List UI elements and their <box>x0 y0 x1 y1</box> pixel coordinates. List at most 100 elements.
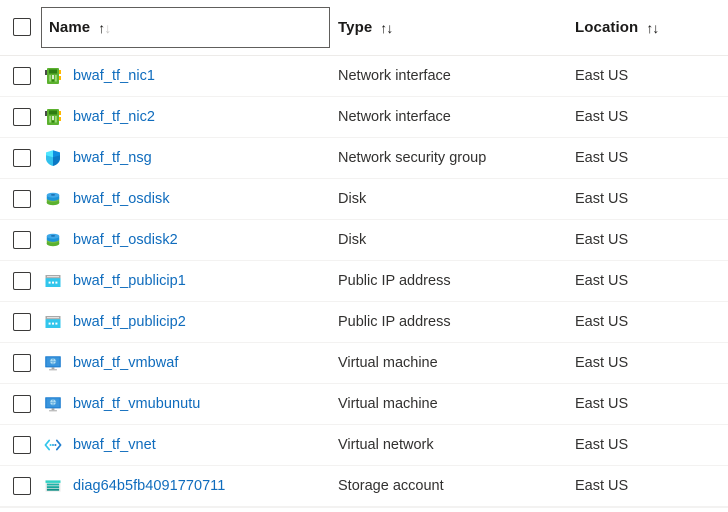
cell-name: bwaf_tf_nic1 <box>44 56 155 96</box>
table-row[interactable]: bwaf_tf_publicip1 Public IP address East U… <box>0 261 728 302</box>
cell-location: East US <box>575 396 629 412</box>
table-row[interactable]: diag64b5fb4091770711 Storage account East … <box>0 466 728 507</box>
virtual-network-icon <box>44 436 62 454</box>
cell-type: Public IP address <box>338 314 451 330</box>
table-header-row: Name ↑ ↓ Type ↑ ↓ Location ↑ ↓ <box>0 0 728 56</box>
checkbox-box[interactable] <box>13 436 31 454</box>
cell-location: East US <box>575 478 629 494</box>
row-checkbox[interactable] <box>13 149 31 167</box>
cell-name: bwaf_tf_vnet <box>44 425 156 465</box>
cell-name: bwaf_tf_vmubunutu <box>44 384 200 424</box>
resource-name-link[interactable]: bwaf_tf_publicip1 <box>73 273 186 289</box>
resource-name-link[interactable]: bwaf_tf_vnet <box>73 437 156 453</box>
cell-type: Disk <box>338 191 367 207</box>
sort-arrow-down-icon: ↓ <box>652 19 660 36</box>
cell-type: Storage account <box>338 478 444 494</box>
row-checkbox[interactable] <box>13 477 31 495</box>
cell-name: bwaf_tf_nic2 <box>44 97 155 137</box>
checkbox-box[interactable] <box>13 108 31 126</box>
cell-name: bwaf_tf_osdisk <box>44 179 170 219</box>
checkbox-box[interactable] <box>13 313 31 331</box>
column-header-location[interactable]: Location ↑ ↓ <box>575 0 660 55</box>
cell-name: diag64b5fb4091770711 <box>44 466 225 506</box>
resource-name-link[interactable]: bwaf_tf_osdisk <box>73 191 170 207</box>
checkbox-box[interactable] <box>13 272 31 290</box>
checkbox-box[interactable] <box>13 477 31 495</box>
disk-icon <box>44 231 62 249</box>
cell-name: bwaf_tf_publicip1 <box>44 261 186 301</box>
row-checkbox[interactable] <box>13 231 31 249</box>
row-checkbox[interactable] <box>13 354 31 372</box>
column-header-name-label: Name <box>49 19 91 36</box>
resource-name-link[interactable]: bwaf_tf_vmbwaf <box>73 355 178 371</box>
resource-name-link[interactable]: bwaf_tf_nsg <box>73 150 152 166</box>
table-row[interactable]: bwaf_tf_nic2 Network interface East US <box>0 97 728 138</box>
select-all-checkbox[interactable] <box>13 18 31 36</box>
column-header-type[interactable]: Type ↑ ↓ <box>338 0 394 55</box>
table-row[interactable]: bwaf_tf_vmubunutu Virtual machine East US <box>0 384 728 425</box>
table-row[interactable]: bwaf_tf_nic1 Network interface East US <box>0 56 728 97</box>
row-checkbox[interactable] <box>13 313 31 331</box>
resource-name-link[interactable]: diag64b5fb4091770711 <box>73 478 225 494</box>
row-checkbox[interactable] <box>13 190 31 208</box>
cell-location: East US <box>575 232 629 248</box>
sort-arrows-icon[interactable]: ↑ ↓ <box>98 21 111 35</box>
checkbox-box[interactable] <box>13 149 31 167</box>
row-checkbox[interactable] <box>13 272 31 290</box>
row-checkbox[interactable] <box>13 108 31 126</box>
cell-location: East US <box>575 437 629 453</box>
row-checkbox[interactable] <box>13 395 31 413</box>
table-row[interactable]: bwaf_tf_vmbwaf Virtual machine East US <box>0 343 728 384</box>
resource-name-link[interactable]: bwaf_tf_vmubunutu <box>73 396 200 412</box>
checkbox-box[interactable] <box>13 18 31 36</box>
cell-type: Virtual network <box>338 437 434 453</box>
table-row[interactable]: bwaf_tf_osdisk2 Disk East US <box>0 220 728 261</box>
network-security-group-icon <box>44 149 62 167</box>
cell-location: East US <box>575 273 629 289</box>
cell-type: Disk <box>338 232 367 248</box>
cell-location: East US <box>575 68 629 84</box>
table-bottom-divider <box>0 507 728 508</box>
cell-name: bwaf_tf_nsg <box>44 138 152 178</box>
column-header-location-label: Location <box>575 19 639 36</box>
sort-arrows-icon[interactable]: ↑ ↓ <box>380 21 393 35</box>
cell-type: Network interface <box>338 109 451 125</box>
cell-type: Public IP address <box>338 273 451 289</box>
network-interface-icon <box>44 67 62 85</box>
checkbox-box[interactable] <box>13 395 31 413</box>
sort-arrow-down-icon: ↓ <box>104 19 112 36</box>
cell-location: East US <box>575 109 629 125</box>
resource-list-table: Name ↑ ↓ Type ↑ ↓ Location ↑ ↓ bwaf_tf_n… <box>0 0 728 508</box>
virtual-machine-icon <box>44 395 62 413</box>
cell-location: East US <box>575 150 629 166</box>
column-header-name[interactable]: Name ↑ ↓ <box>41 7 330 48</box>
cell-name: bwaf_tf_publicip2 <box>44 302 186 342</box>
resource-name-link[interactable]: bwaf_tf_publicip2 <box>73 314 186 330</box>
public-ip-address-icon <box>44 313 62 331</box>
table-row[interactable]: bwaf_tf_osdisk Disk East US <box>0 179 728 220</box>
public-ip-address-icon <box>44 272 62 290</box>
checkbox-box[interactable] <box>13 354 31 372</box>
cell-location: East US <box>575 355 629 371</box>
resource-name-link[interactable]: bwaf_tf_nic1 <box>73 68 155 84</box>
sort-arrow-down-icon: ↓ <box>386 19 394 36</box>
table-row[interactable]: bwaf_tf_publicip2 Public IP address East U… <box>0 302 728 343</box>
checkbox-box[interactable] <box>13 190 31 208</box>
cell-type: Virtual machine <box>338 396 438 412</box>
row-checkbox[interactable] <box>13 67 31 85</box>
sort-arrows-icon[interactable]: ↑ ↓ <box>646 21 659 35</box>
table-body: bwaf_tf_nic1 Network interface East US bwaf… <box>0 56 728 507</box>
checkbox-box[interactable] <box>13 231 31 249</box>
table-row[interactable]: bwaf_tf_nsg Network security group East US <box>0 138 728 179</box>
checkbox-box[interactable] <box>13 67 31 85</box>
cell-type: Network security group <box>338 150 487 166</box>
storage-account-icon <box>44 477 62 495</box>
resource-name-link[interactable]: bwaf_tf_nic2 <box>73 109 155 125</box>
resource-name-link[interactable]: bwaf_tf_osdisk2 <box>73 232 178 248</box>
disk-icon <box>44 190 62 208</box>
virtual-machine-icon <box>44 354 62 372</box>
row-checkbox[interactable] <box>13 436 31 454</box>
table-row[interactable]: bwaf_tf_vnet Virtual network East US <box>0 425 728 466</box>
cell-name: bwaf_tf_vmbwaf <box>44 343 178 383</box>
network-interface-icon <box>44 108 62 126</box>
